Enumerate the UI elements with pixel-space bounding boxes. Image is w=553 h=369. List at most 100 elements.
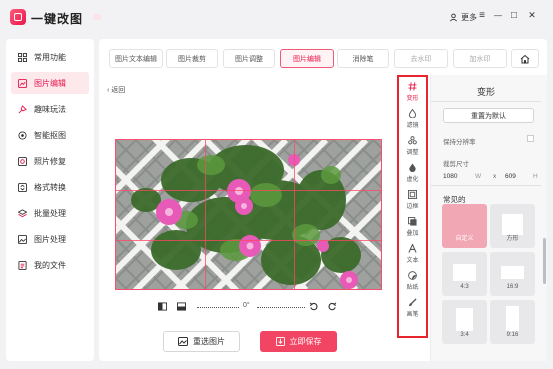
preset-custom[interactable]: 自定义 (442, 204, 487, 248)
sidebar-item-files[interactable]: 我的文件 (11, 254, 89, 276)
text-icon (408, 243, 417, 253)
frame-icon (408, 189, 417, 199)
ratio-shape (456, 308, 473, 331)
back-link[interactable]: ‹ 返回 (107, 85, 125, 95)
tool-frame[interactable]: 边框 (399, 187, 426, 212)
panel-title: 变形 (476, 87, 495, 97)
tab-crop[interactable]: 图片裁剪 (166, 49, 218, 68)
preset-16-9[interactable]: 16:9 (490, 252, 535, 296)
keep-resolution-checkbox[interactable] (527, 135, 534, 142)
preset-3-4[interactable]: 3:4 (442, 300, 487, 344)
sidebar-item-common[interactable]: 常用功能 (11, 46, 89, 68)
image-controls: 0° (155, 301, 345, 313)
sidebar-item-fun[interactable]: 趣味玩法 (11, 98, 89, 120)
sidebar-item-label: 常用功能 (34, 52, 66, 62)
sidebar-item-batch[interactable]: 批量处理 (11, 202, 89, 224)
rotation-slider-left[interactable] (197, 307, 239, 308)
tool-label: 文本 (406, 257, 419, 264)
crop-size-label: 裁剪尺寸 (443, 161, 469, 168)
height-input[interactable]: 609 (505, 173, 516, 180)
reselect-label: 重选图片 (193, 337, 225, 346)
close-button[interactable]: ✕ (525, 10, 539, 21)
sidebar-item-process[interactable]: 图片处理 (11, 228, 89, 250)
app-logo-icon (10, 9, 26, 25)
tool-label: 虚化 (406, 176, 419, 183)
maximize-button[interactable]: □ (507, 10, 521, 21)
tool-blur[interactable]: 虚化 (399, 160, 426, 185)
tool-adjust[interactable]: 调整 (399, 133, 426, 158)
crop-grid-line (205, 140, 206, 289)
tab-image-edit[interactable]: 图片编辑 (280, 49, 334, 68)
ratio-shape (502, 214, 523, 235)
preset-label: 自定义 (455, 236, 474, 242)
minimize-button[interactable]: — (491, 11, 505, 20)
sidebar-item-repair[interactable]: 照片修复 (11, 150, 89, 172)
edit-image-canvas[interactable] (115, 139, 382, 290)
title-bar: 一键改图 更多 ≡ — □ ✕ (0, 0, 553, 34)
flower-photo (116, 140, 381, 289)
transform-panel: 变形 重置为默认 保持分辨率 裁剪尺寸 1080 W x 609 H 常见的 自… (430, 75, 547, 361)
image-icon (178, 337, 188, 346)
preset-label: 4:3 (460, 284, 469, 290)
back-label: 返回 (111, 87, 126, 94)
tool-overlay[interactable]: 叠加 (399, 214, 426, 239)
tool-label: 调整 (406, 149, 419, 156)
preset-label: 3:4 (460, 332, 469, 338)
tool-label: 滤镜 (406, 122, 419, 129)
panel-scrollbar[interactable] (543, 238, 546, 284)
flip-vertical-icon[interactable] (177, 302, 186, 311)
title-badge (93, 14, 101, 20)
hash-icon (408, 81, 417, 91)
preset-4-3[interactable]: 4:3 (442, 252, 487, 296)
keep-resolution-label: 保持分辨率 (443, 139, 476, 146)
home-button[interactable] (511, 49, 539, 68)
sidebar-item-label: 图片处理 (34, 234, 66, 244)
picture-icon (18, 234, 27, 244)
reselect-image-button[interactable]: 重选图片 (163, 331, 240, 352)
ratio-shape (506, 306, 519, 331)
sidebar-item-convert[interactable]: 格式转换 (11, 176, 89, 198)
rotation-value: 0° (243, 302, 250, 309)
ratio-shape (501, 266, 524, 279)
save-now-button[interactable]: 立即保存 (260, 331, 337, 352)
crop-grid-line (116, 240, 381, 241)
preset-square[interactable]: 方形 (490, 204, 535, 248)
rotate-right-icon[interactable] (328, 302, 337, 311)
chevron-left-icon: ‹ (107, 87, 110, 94)
tab-eraser[interactable]: 消除笔 (337, 49, 389, 68)
sidebar-item-label: 照片修复 (34, 156, 66, 166)
tool-sticker[interactable]: 贴纸 (399, 268, 426, 293)
sidebar-item-image-edit[interactable]: 图片编辑 (11, 72, 89, 94)
save-icon (275, 337, 285, 346)
tool-label: 边框 (406, 203, 419, 210)
file-icon (18, 260, 27, 270)
menu-icon[interactable]: ≡ (475, 10, 489, 21)
repair-icon (18, 156, 27, 166)
preset-9-16[interactable]: 9:16 (490, 300, 535, 344)
sidebar-item-label: 批量处理 (34, 208, 66, 218)
sidebar: 常用功能 图片编辑 趣味玩法 智能抠图 照片修复 格式转换 批量处理 图片处理 … (6, 39, 94, 361)
tab-image-text-edit[interactable]: 图片文本编辑 (109, 49, 163, 68)
edit-tools-column: 变形 滤镜 调整 虚化 边框 叠加 文本 贴纸 画笔 (397, 75, 428, 338)
crop-grid-line (294, 140, 295, 289)
tool-filter[interactable]: 滤镜 (399, 106, 426, 131)
flip-horizontal-icon[interactable] (158, 302, 167, 311)
blur-icon (409, 162, 416, 172)
main-panel: 图片文本编辑 图片裁剪 图片调整 图片编辑 消除笔 去水印 加水印 ‹ 返回 0… (99, 39, 547, 361)
more-button[interactable]: 更多 (449, 12, 477, 23)
tab-remove-watermark[interactable]: 去水印 (394, 49, 448, 68)
tool-brush[interactable]: 画笔 (399, 295, 426, 320)
tab-add-watermark[interactable]: 加水印 (453, 49, 507, 68)
sidebar-item-label: 智能抠图 (34, 130, 66, 140)
tool-label: 贴纸 (406, 284, 419, 291)
tool-text[interactable]: 文本 (399, 241, 426, 266)
width-unit: W (475, 173, 482, 180)
width-input[interactable]: 1080 (443, 173, 457, 180)
tool-transform[interactable]: 变形 (399, 79, 426, 104)
reset-default-button[interactable]: 重置为默认 (443, 108, 534, 123)
tab-adjust[interactable]: 图片调整 (223, 49, 275, 68)
divider (431, 185, 541, 186)
sidebar-item-cutout[interactable]: 智能抠图 (11, 124, 89, 146)
rotation-slider-right[interactable] (257, 307, 305, 308)
rotate-left-icon[interactable] (309, 302, 318, 311)
